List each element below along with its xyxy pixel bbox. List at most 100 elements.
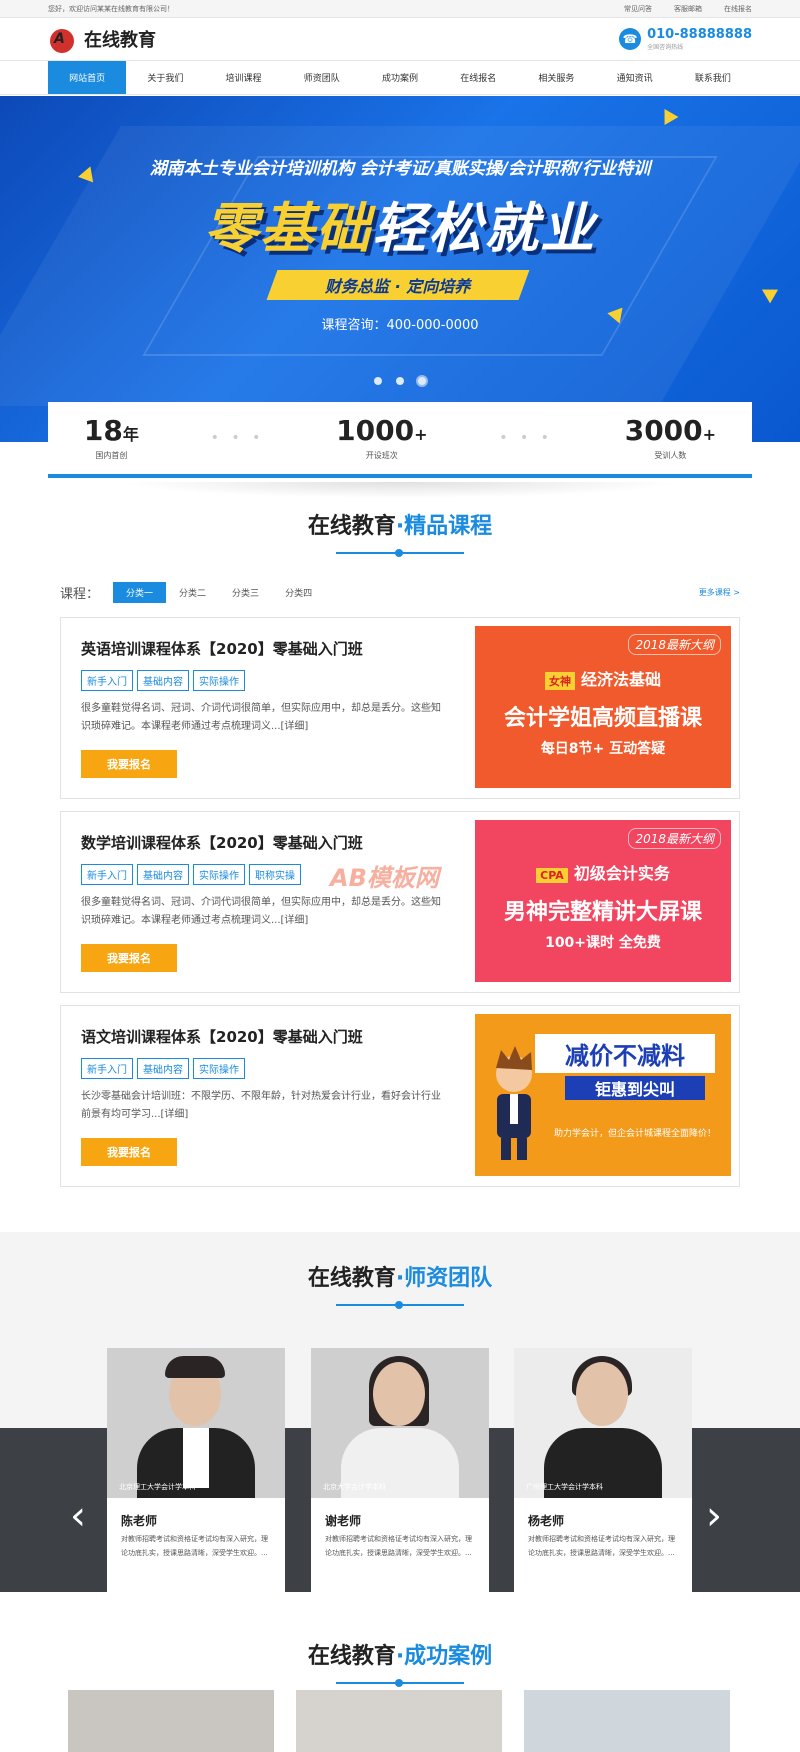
nav-news[interactable]: 通知资讯 [596,61,674,94]
banner-consult: 课程咨询：400-000-0000 [321,318,479,333]
enroll-button[interactable]: 我要报名 [81,944,177,972]
teacher-description: 对教师招聘考试和资格证考试均有深入研究，理论功底扎实，授课思路清晰，深受学生欢迎… [528,1535,675,1557]
nav-services[interactable]: 相关服务 [517,61,595,94]
slide-dot-3[interactable] [418,377,426,385]
hero-banner[interactable]: 湖南本土专业会计培训机构 会计考证/真账实操/会计职称/行业特训 零基础轻松就业… [0,96,800,442]
banner-ribbon: 财务总监 · 定向培养 [266,270,530,300]
course-card: 语文培训课程体系【2020】零基础入门班 新手入门 基础内容 实际操作 长沙零基… [60,1005,740,1187]
course-tag[interactable]: 基础内容 [137,670,189,691]
cases-section-title: 在线教育·成功案例 [307,1644,493,1669]
slider-dots [0,377,800,385]
section-divider [336,1679,464,1687]
course-tag[interactable]: 实际操作 [193,670,245,691]
logo-name: 在线教育 [84,30,156,51]
top-link-email[interactable]: 客服邮箱 [674,4,702,14]
nav-cases[interactable]: 成功案例 [361,61,439,94]
filter-label: 课程： [60,586,100,602]
logo[interactable]: A 在线教育 [48,25,156,53]
course-tag[interactable]: 基础内容 [137,1058,189,1079]
carousel-prev-icon[interactable]: ‹ [70,1496,90,1536]
teacher-card[interactable]: 广州理工大学会计学本科 杨老师 对教师招聘考试和资格证考试均有深入研究，理论功底… [514,1348,692,1592]
hotline-label: 全国咨询热线 [647,43,684,51]
hotline: ☎ 010-88888888 全国咨询热线 [619,26,752,51]
stats-bar: 18年 国内首创 • • • 1000+ 开设班次 • • • 3000+ 受训… [48,402,752,478]
banner-tagline: 湖南本土专业会计培训机构 会计考证/真账实操/会计职称/行业特训 [149,159,651,179]
team-section-title: 在线教育·师资团队 [307,1266,493,1291]
watermark: AB模板网 [330,864,439,892]
course-description: 很多童鞋觉得名词、冠词、介词代词很简单，但实际应用中，却总是丢分。这些知识琐碎难… [81,897,441,926]
header: A 在线教育 ☎ 010-88888888 全国咨询热线 [0,18,800,60]
stat-years: 18年 国内首创 [83,413,139,460]
stat-trainees: 3000+ 受训人数 [624,413,717,460]
banner-headline: 零基础轻松就业 [204,197,596,260]
section-divider [336,1301,464,1309]
filter-option-1[interactable]: 分类一 [113,581,167,603]
case-thumbnail[interactable] [68,1690,274,1752]
phone-icon: ☎ [619,28,642,50]
filter-option-3[interactable]: 分类三 [219,582,272,603]
courses-section-title: 在线教育·精品课程 [307,514,493,539]
top-link-signup[interactable]: 在线报名 [724,4,752,14]
course-filter: 课程： 分类一 分类二 分类三 分类四 更多课程 > [60,581,740,603]
teacher-description: 对教师招聘考试和资格证考试均有深入研究，理论功底扎实，授课思路清晰，深受学生欢迎… [121,1535,268,1557]
course-description: 很多童鞋觉得名词、冠词、介词代词很简单，但实际应用中，却总是丢分。这些知识琐碎难… [81,703,441,732]
course-tag[interactable]: 基础内容 [137,864,189,885]
course-title[interactable]: 英语培训课程体系【2020】零基础入门班 [81,638,363,659]
course-image[interactable]: 减价不减料 钜惠到尖叫 助力学会计，但企会计城课程全面降价！ [475,1014,731,1176]
teacher-card[interactable]: 北京理工大学会计学本科 陈老师 对教师招聘考试和资格证考试均有深入研究，理论功底… [107,1348,285,1592]
nav-teachers[interactable]: 师资团队 [283,61,361,94]
course-tags: 新手入门 基础内容 实际操作 [81,1058,245,1079]
course-tag[interactable]: 新手入门 [81,1058,133,1079]
teacher-name: 陈老师 [121,1514,158,1528]
course-image[interactable]: 2018最新大纲 女神 经济法基础 会计学姐高频直播课 每日8节+ 互动答疑 [475,626,731,788]
slide-dot-2[interactable] [396,377,404,385]
stat-classes: 1000+ 开设班次 [336,413,428,460]
case-thumbnail[interactable] [524,1690,730,1752]
welcome-text: 您好，欢迎访问某某在线教育有限公司！ [48,4,174,13]
course-tag[interactable]: 实际操作 [193,1058,245,1079]
course-title[interactable]: 数学培训课程体系【2020】零基础入门班 [81,832,363,853]
course-tag[interactable]: 新手入门 [81,670,133,691]
teacher-photo: 北京大学会计学本科 [311,1348,489,1498]
cartoon-mascot-icon [496,1046,532,1160]
course-card: 英语培训课程体系【2020】零基础入门班 新手入门 基础内容 实际操作 很多童鞋… [60,617,740,799]
teacher-photo: 广州理工大学会计学本科 [514,1348,692,1498]
more-courses-link[interactable]: 更多课程 > [699,587,740,598]
course-tag[interactable]: 职称实操 [249,864,301,885]
top-link-faq[interactable]: 常见问答 [624,4,652,14]
main-nav: 网站首页 关于我们 培训课程 师资团队 成功案例 在线报名 相关服务 通知资讯 … [0,60,800,95]
nav-home[interactable]: 网站首页 [48,61,127,94]
filter-option-4[interactable]: 分类四 [272,582,325,603]
stat-separator: • • • [499,430,553,446]
teacher-name: 谢老师 [325,1514,362,1528]
nav-about[interactable]: 关于我们 [126,61,204,94]
carousel-next-icon[interactable]: › [706,1496,726,1536]
team-section: 在线教育·师资团队 北京理工大学会计学本科 陈老师 对教师招聘考试和资格证考试均… [0,1232,800,1592]
course-card: 数学培训课程体系【2020】零基础入门班 新手入门 基础内容 实际操作 职称实操… [60,811,740,993]
logo-icon: A [48,25,78,53]
course-tag[interactable]: 实际操作 [193,864,245,885]
hotline-number: 010-88888888 [647,26,752,42]
course-tags: 新手入门 基础内容 实际操作 [81,670,245,691]
slide-dot-1[interactable] [374,377,382,385]
case-thumbnail[interactable] [296,1690,502,1752]
top-bar: 您好，欢迎访问某某在线教育有限公司！ 常见问答 客服邮箱 在线报名 [0,0,800,18]
filter-option-2[interactable]: 分类二 [166,582,219,603]
section-divider [336,549,464,557]
top-links: 常见问答 客服邮箱 在线报名 [624,4,752,14]
nav-signup[interactable]: 在线报名 [439,61,517,94]
teacher-card[interactable]: 北京大学会计学本科 谢老师 对教师招聘考试和资格证考试均有深入研究，理论功底扎实… [311,1348,489,1592]
enroll-button[interactable]: 我要报名 [81,1138,177,1166]
course-title[interactable]: 语文培训课程体系【2020】零基础入门班 [81,1026,363,1047]
teacher-photo: 北京理工大学会计学本科 [107,1348,285,1498]
course-description: 长沙零基础会计培训班：不限学历、不限年龄，针对热爱会计行业，看好会计行业前景有均… [81,1091,441,1120]
course-tags: 新手入门 基础内容 实际操作 职称实操 [81,864,301,885]
nav-contact[interactable]: 联系我们 [674,61,752,94]
teacher-description: 对教师招聘考试和资格证考试均有深入研究，理论功底扎实，授课思路清晰，深受学生欢迎… [325,1535,472,1557]
teacher-name: 杨老师 [528,1514,565,1528]
course-image[interactable]: 2018最新大纲 CPA 初级会计实务 男神完整精讲大屏课 100+课时 全免费 [475,820,731,982]
course-tag[interactable]: 新手入门 [81,864,133,885]
stat-separator: • • • [210,430,265,446]
nav-courses[interactable]: 培训课程 [204,61,282,94]
enroll-button[interactable]: 我要报名 [81,750,177,778]
